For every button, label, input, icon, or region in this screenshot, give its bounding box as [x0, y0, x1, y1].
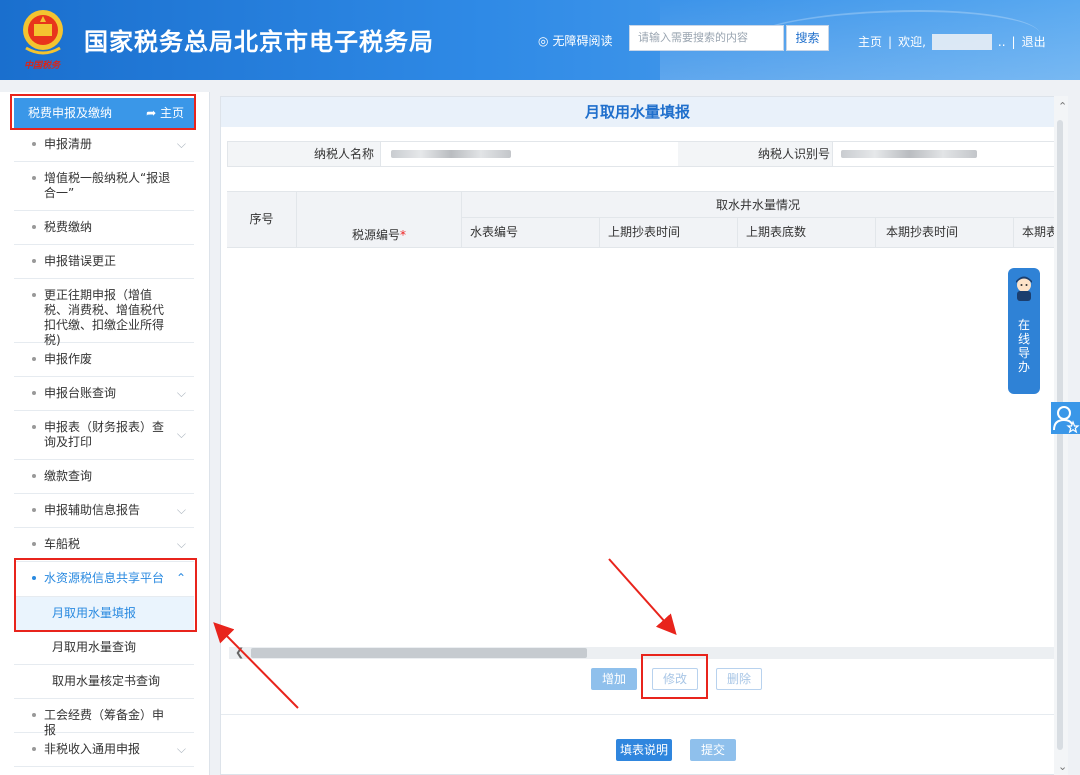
arrow-to-modify [608, 558, 677, 635]
arrow-to-menu [213, 622, 299, 709]
annotation-arrows [213, 558, 677, 709]
